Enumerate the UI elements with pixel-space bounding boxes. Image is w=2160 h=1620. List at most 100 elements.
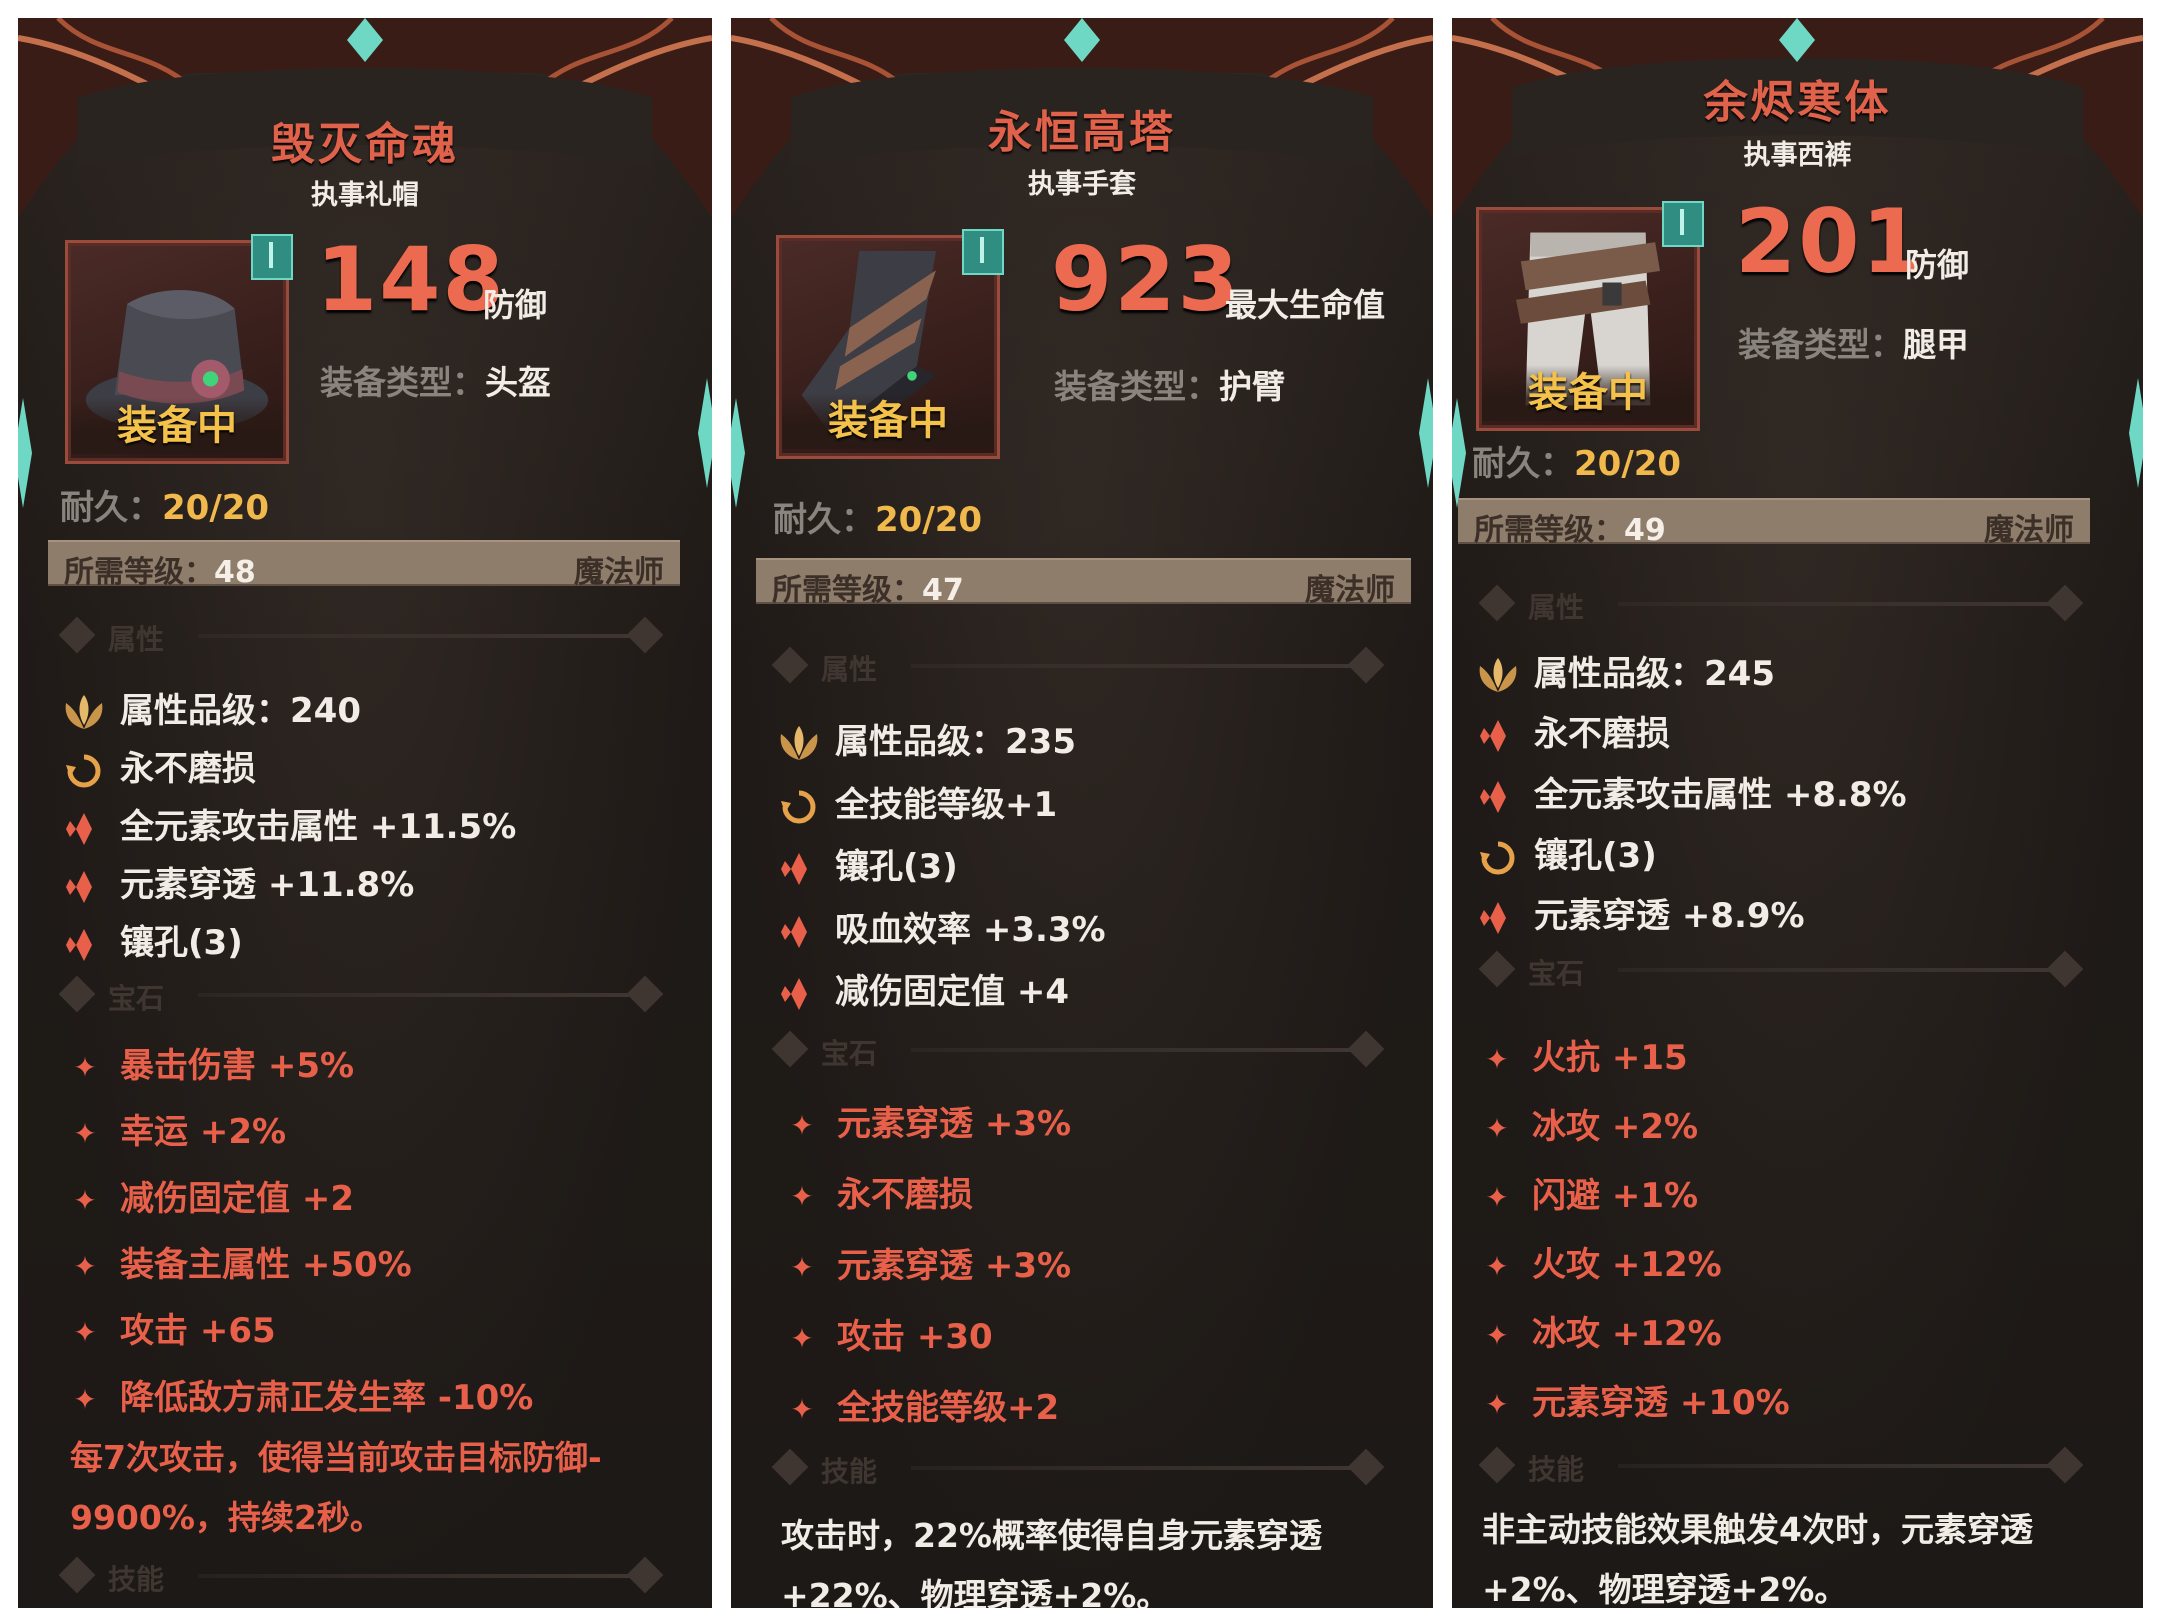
gem-line: ✦ 全技能等级+2 [787, 1380, 1059, 1429]
class-label: 魔法师 [1305, 573, 1395, 608]
gem-line: ✦ 永不磨损 [787, 1167, 973, 1216]
star-icon: ✦ [73, 1117, 97, 1150]
attr-line: 全元素攻击属性 +8.8% [1476, 767, 1907, 816]
gem-line: ✦ 幸运 +2% [70, 1104, 286, 1153]
durability: 耐久：20/20 [60, 488, 270, 528]
spark-icon [1480, 719, 1506, 752]
star-icon: ✦ [1485, 1112, 1509, 1145]
item-card-0: 毁灭命魂 执事礼帽 装备中 148 防御 装备类型：头盔 耐久：20/20 所需… [18, 18, 712, 1608]
attr-line: 减伤固定值 +4 [777, 964, 1069, 1013]
main-stat-label: 防御 [483, 286, 548, 324]
gem-line: ✦ 元素穿透 +3% [787, 1096, 1071, 1145]
gem-line: ✦ 减伤固定值 +2 [70, 1171, 354, 1220]
gem-line: ✦ 攻击 +30 [787, 1309, 992, 1358]
equipped-badge: 装备中 [782, 393, 994, 449]
attr-line: 元素穿透 +11.8% [62, 857, 414, 906]
attr-line: 属性品级：240 [62, 683, 361, 732]
star-icon: ✦ [790, 1393, 814, 1426]
equip-type: 装备类型：护臂 [1054, 367, 1285, 406]
star-icon: ✦ [1485, 1250, 1509, 1283]
star-icon: ✦ [73, 1383, 97, 1416]
star-icon: ✦ [790, 1322, 814, 1355]
item-subtitle: 执事西裤 [1743, 140, 1852, 171]
main-stat-value: 923 [1051, 228, 1241, 331]
item-name: 余烬寒体 [1703, 77, 1892, 128]
attr-line: 属性品级：245 [1476, 646, 1775, 695]
equipped-badge: 装备中 [1482, 365, 1694, 421]
item-name: 永恒高塔 [988, 107, 1176, 158]
main-stat-value: 201 [1735, 190, 1925, 293]
star-icon: ✦ [73, 1051, 97, 1084]
item-subtitle: 执事礼帽 [311, 180, 419, 211]
gem-line: ✦ 元素穿透 +3% [787, 1238, 1071, 1287]
level-requirement-bar: 所需等级：48 魔法师 [48, 540, 680, 590]
attr-line: 元素穿透 +8.9% [1476, 888, 1805, 937]
item-card-2: 余烬寒体 执事西裤 装备中 201 防御 装备类型：腿甲 耐久：20/20 所需… [1452, 18, 2143, 1608]
spark-icon [1480, 780, 1506, 813]
star-icon: ✦ [1485, 1388, 1509, 1421]
item-subtitle: 执事手套 [1028, 169, 1136, 200]
attr-line: 镶孔(3) [777, 839, 958, 888]
star-icon: ✦ [790, 1109, 814, 1142]
spark-icon [66, 928, 92, 961]
gem-ornament-icon [18, 398, 32, 508]
attr-line: 全技能等级+1 [777, 777, 1057, 826]
star-icon: ✦ [1485, 1043, 1509, 1076]
item-icon-slot[interactable]: 装备中 [776, 229, 1004, 459]
item-name: 毁灭命魂 [271, 119, 459, 170]
section-skill: 技能 [1478, 1446, 2098, 1486]
durability: 耐久：20/20 [773, 500, 983, 540]
gem-line: ✦ 降低敌方肃正发生率 -10% [70, 1370, 533, 1419]
attr-line: 永不磨损 [62, 741, 256, 790]
gem-line: ✦ 冰攻 +2% [1482, 1099, 1698, 1148]
attr-line: 永不磨损 [1476, 706, 1670, 755]
gem-line: ✦ 暴击伤害 +5% [70, 1038, 354, 1087]
spark-icon [66, 870, 92, 903]
spark-icon [1480, 901, 1506, 934]
lotus-icon [65, 694, 103, 729]
section-attributes: 属性 [771, 646, 1399, 686]
spark-icon [781, 852, 807, 885]
cycle-icon [1480, 841, 1515, 874]
item-icon-slot[interactable]: 装备中 [1476, 201, 1704, 431]
main-stat-label: 最大生命值 [1225, 286, 1386, 324]
section-skill: 技能 [771, 1448, 1399, 1488]
main-stat-value: 148 [316, 228, 506, 331]
gem-line: ✦ 火抗 +15 [1482, 1030, 1687, 1079]
section-gems: 宝石 [1478, 950, 2098, 990]
level-requirement-bar: 所需等级：47 魔法师 [756, 558, 1411, 608]
equip-type: 装备类型：头盔 [320, 363, 551, 402]
skill-description: 非主动技能效果触发4次时，元素穿透 +2%、物理穿透+2%。 [1482, 1510, 2033, 1608]
equip-type: 装备类型：腿甲 [1738, 325, 1969, 364]
section-attributes: 属性 [1478, 584, 2098, 624]
durability: 耐久：20/20 [1472, 444, 1682, 484]
star-icon: ✦ [1485, 1181, 1509, 1214]
cycle-icon [781, 790, 816, 823]
gem-line: ✦ 攻击 +65 [70, 1303, 275, 1352]
section-gems: 宝石 [58, 975, 678, 1015]
class-label: 魔法师 [1984, 513, 2074, 548]
item-icon-slot[interactable]: 装备中 [65, 234, 293, 464]
cycle-icon [66, 754, 101, 787]
section-gems: 宝石 [771, 1030, 1399, 1070]
star-icon: ✦ [790, 1251, 814, 1284]
gem-ornament-icon [1452, 398, 1466, 508]
skill-description: 每7次攻击，使得当前攻击目标防御- 9900%，持续2秒。 [70, 1438, 602, 1537]
gem-ornament-icon [1419, 378, 1433, 488]
spark-icon [781, 977, 807, 1010]
star-icon: ✦ [73, 1250, 97, 1283]
gem-line: ✦ 装备主属性 +50% [70, 1237, 411, 1286]
attr-line: 属性品级：235 [777, 714, 1076, 763]
gem-ornament-icon [2129, 378, 2143, 488]
section-skill: 技能 [58, 1556, 678, 1596]
star-icon: ✦ [790, 1180, 814, 1213]
section-attributes: 属性 [58, 616, 678, 656]
star-icon: ✦ [73, 1316, 97, 1349]
lotus-icon [780, 725, 818, 760]
star-icon: ✦ [1485, 1319, 1509, 1352]
main-stat-label: 防御 [1905, 246, 1970, 284]
gem-line: ✦ 冰攻 +12% [1482, 1306, 1721, 1355]
level-requirement-bar: 所需等级：49 魔法师 [1458, 498, 2090, 548]
gem-line: ✦ 闪避 +1% [1482, 1168, 1698, 1217]
item-card-1: 永恒高塔 执事手套 装备中 923 最大生命值 装备类型：护臂 耐久：20/20… [731, 18, 1433, 1608]
